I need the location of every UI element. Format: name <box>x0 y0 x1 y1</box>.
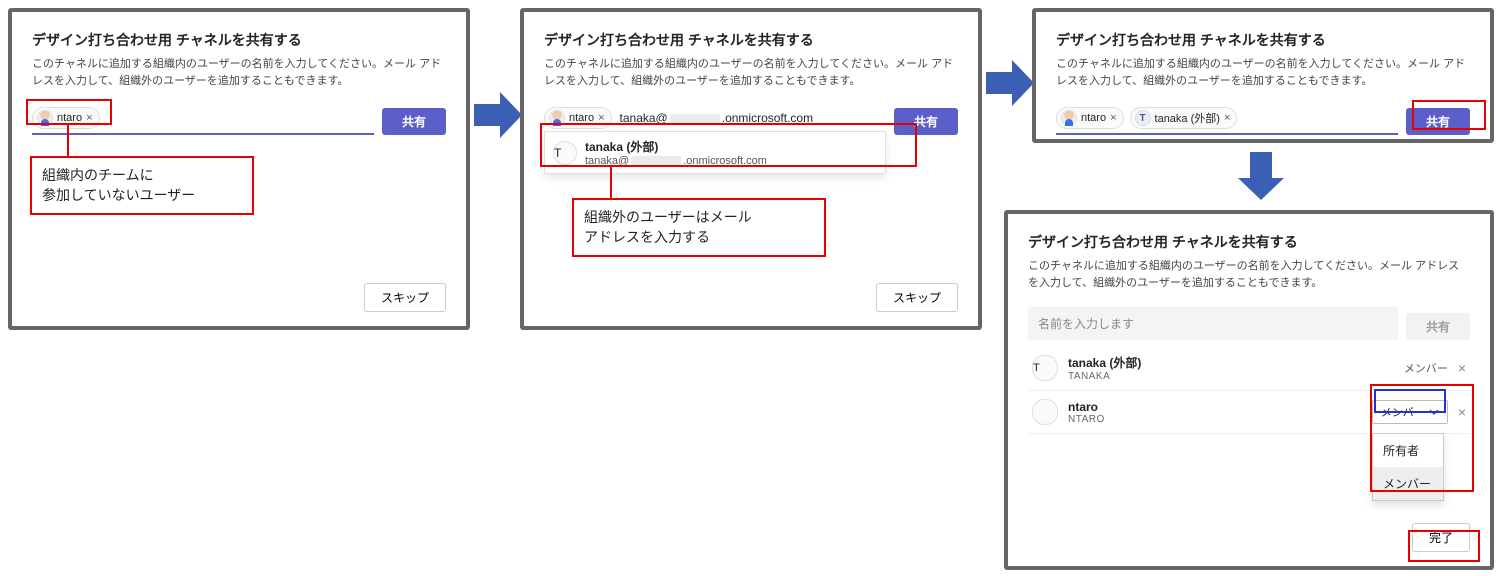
callout-connector-2 <box>610 166 612 200</box>
role-dropdown-label: メンバー <box>1381 404 1425 420</box>
name-input-placeholder-box[interactable]: 名前を入力します <box>1028 307 1398 340</box>
panel-3: デザイン打ち合わせ用 チャネルを共有する このチャネルに追加する組織内のユーザー… <box>1032 8 1494 143</box>
callout-text-line1: 組織外のユーザーはメール <box>584 208 814 228</box>
user-input-row[interactable]: ntaro × <box>32 105 374 135</box>
chip-label: ntaro <box>569 112 594 124</box>
callout-text-line1: 組織内のチームに <box>42 166 242 186</box>
remove-member-icon[interactable]: × <box>1458 360 1466 376</box>
avatar-icon: T <box>553 141 577 165</box>
role-option-member[interactable]: メンバー <box>1373 467 1443 500</box>
role-label-static: メンバー <box>1404 360 1448 376</box>
chip-remove-icon[interactable]: × <box>598 112 604 124</box>
share-button-disabled: 共有 <box>1406 313 1470 340</box>
avatar-icon: T <box>1135 110 1151 126</box>
role-dropdown-menu: 所有者 メンバー <box>1372 433 1444 501</box>
member-row-ntaro: ntaro NTARO メンバー × 所有者 メンバー <box>1028 391 1470 434</box>
chip-label: ntaro <box>1081 112 1106 124</box>
member-row-tanaka: T tanaka (外部) TANAKA メンバー × <box>1028 346 1470 391</box>
flow-arrow-1 <box>474 92 522 138</box>
member-sub: TANAKA <box>1068 371 1394 382</box>
panel-2: デザイン打ち合わせ用 チャネルを共有する このチャネルに追加する組織内のユーザー… <box>520 8 982 330</box>
avatar-icon <box>37 110 53 126</box>
flow-arrow-3 <box>1238 152 1284 200</box>
autocomplete-suggestion[interactable]: T tanaka (外部) tanaka@.onmicrosoft.com <box>544 131 886 174</box>
share-button[interactable]: 共有 <box>894 108 958 135</box>
panel-4: デザイン打ち合わせ用 チャネルを共有する このチャネルに追加する組織内のユーザー… <box>1004 210 1494 570</box>
chip-label: ntaro <box>57 112 82 124</box>
avatar-icon: T <box>1032 355 1058 381</box>
placeholder-text: 名前を入力します <box>1038 317 1134 331</box>
suggestion-name: tanaka (外部) <box>585 138 767 155</box>
avatar-icon <box>1061 110 1077 126</box>
redacted-text <box>670 114 720 124</box>
member-sub: NTARO <box>1068 414 1362 425</box>
user-chip-ntaro[interactable]: ntaro × <box>1056 107 1124 129</box>
chip-remove-icon[interactable]: × <box>86 112 92 124</box>
callout-text-line2: 参加していないユーザー <box>42 186 242 206</box>
dialog-title: デザイン打ち合わせ用 チャネルを共有する <box>1056 30 1470 50</box>
role-dropdown-button[interactable]: メンバー <box>1372 400 1448 424</box>
user-chip-ntaro[interactable]: ntaro × <box>544 107 612 129</box>
dialog-description: このチャネルに追加する組織内のユーザーの名前を入力してください。メール アドレス… <box>1056 56 1470 89</box>
role-option-owner[interactable]: 所有者 <box>1373 434 1443 467</box>
callout-text-line2: アドレスを入力する <box>584 228 814 248</box>
input-value-prefix: tanaka@ <box>620 111 668 125</box>
dialog-title: デザイン打ち合わせ用 チャネルを共有する <box>32 30 446 50</box>
flow-arrow-2 <box>986 60 1034 106</box>
dialog-description: このチャネルに追加する組織内のユーザーの名前を入力してください。メール アドレス… <box>1028 258 1470 291</box>
chip-remove-icon[interactable]: × <box>1224 112 1230 124</box>
user-chip-ntaro[interactable]: ntaro × <box>32 107 100 129</box>
callout-box-1: 組織内のチームに 参加していないユーザー <box>30 156 254 215</box>
callout-box-2: 組織外のユーザーはメール アドレスを入力する <box>572 198 826 257</box>
chip-label: tanaka (外部) <box>1155 110 1220 126</box>
dialog-title: デザイン打ち合わせ用 チャネルを共有する <box>544 30 958 50</box>
remove-member-icon[interactable]: × <box>1458 404 1466 420</box>
user-input-row[interactable]: ntaro × T tanaka (外部) × <box>1056 105 1398 135</box>
avatar-icon <box>549 110 565 126</box>
member-name: ntaro <box>1068 400 1362 414</box>
done-button[interactable]: 完了 <box>1412 523 1470 552</box>
chevron-down-icon <box>1429 407 1439 417</box>
input-value-suffix: .onmicrosoft.com <box>722 111 813 125</box>
dialog-title: デザイン打ち合わせ用 チャネルを共有する <box>1028 232 1470 252</box>
user-chip-tanaka[interactable]: T tanaka (外部) × <box>1130 107 1238 129</box>
suggestion-email: tanaka@.onmicrosoft.com <box>585 155 767 167</box>
member-list: T tanaka (外部) TANAKA メンバー × ntaro NTARO … <box>1028 346 1470 434</box>
share-button[interactable]: 共有 <box>1406 108 1470 135</box>
redacted-text <box>631 156 681 166</box>
email-input[interactable]: tanaka@ .onmicrosoft.com <box>618 109 886 127</box>
avatar-icon <box>1032 399 1058 425</box>
callout-connector-1 <box>67 125 69 158</box>
dialog-description: このチャネルに追加する組織内のユーザーの名前を入力してください。メール アドレス… <box>544 56 958 89</box>
skip-button[interactable]: スキップ <box>364 283 446 312</box>
dialog-description: このチャネルに追加する組織内のユーザーの名前を入力してください。メール アドレス… <box>32 56 446 89</box>
share-button[interactable]: 共有 <box>382 108 446 135</box>
member-name: tanaka (外部) <box>1068 354 1394 371</box>
skip-button[interactable]: スキップ <box>876 283 958 312</box>
chip-remove-icon[interactable]: × <box>1110 112 1116 124</box>
